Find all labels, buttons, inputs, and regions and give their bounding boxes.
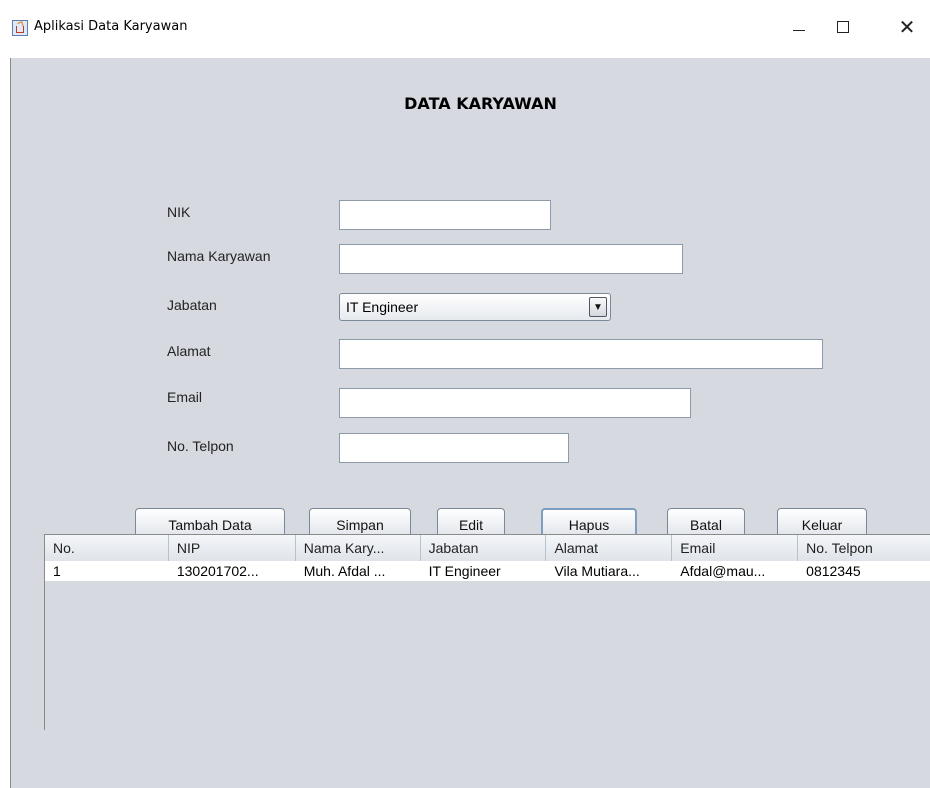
column-header-alamat[interactable]: Alamat <box>546 535 673 561</box>
column-header-nip[interactable]: NIP <box>169 535 296 561</box>
cell-nip[interactable]: 130201702... <box>169 561 296 581</box>
column-header-telpon[interactable]: No. Telpon <box>798 535 930 561</box>
alamat-input[interactable] <box>339 339 823 369</box>
table-row[interactable]: 1 130201702... Muh. Afdal ... IT Enginee… <box>45 561 930 581</box>
close-button[interactable]: ✕ <box>884 12 930 42</box>
cell-telpon[interactable]: 0812345 <box>798 561 930 581</box>
window-title: Aplikasi Data Karyawan <box>34 19 188 34</box>
nama-karyawan-label: Nama Karyawan <box>167 248 271 264</box>
table-header: No. NIP Nama Kary... Jabatan Alamat Emai… <box>45 535 930 562</box>
close-icon: ✕ <box>898 15 916 39</box>
form-heading: DATA KARYAWAN <box>404 94 557 113</box>
nik-input[interactable] <box>339 200 551 230</box>
cell-nama[interactable]: Muh. Afdal ... <box>296 561 421 581</box>
column-header-no[interactable]: No. <box>45 535 169 561</box>
minimize-button[interactable] <box>776 12 822 42</box>
no-telpon-label: No. Telpon <box>167 438 234 454</box>
column-header-jabatan[interactable]: Jabatan <box>421 535 547 561</box>
cell-email[interactable]: Afdal@mau... <box>672 561 798 581</box>
email-label: Email <box>167 389 203 405</box>
maximize-icon <box>837 21 849 33</box>
email-input[interactable] <box>339 388 691 418</box>
nik-label: NIK <box>167 204 191 220</box>
cell-no[interactable]: 1 <box>45 561 169 581</box>
cell-jabatan[interactable]: IT Engineer <box>421 561 547 581</box>
nama-karyawan-input[interactable] <box>339 244 683 274</box>
title-bar: Aplikasi Data Karyawan ✕ <box>0 0 930 58</box>
employee-table[interactable]: No. NIP Nama Kary... Jabatan Alamat Emai… <box>44 534 930 730</box>
column-header-email[interactable]: Email <box>672 535 799 561</box>
chevron-down-icon[interactable]: ▼ <box>589 297 607 317</box>
column-header-nama[interactable]: Nama Kary... <box>296 535 421 561</box>
jabatan-dropdown[interactable]: IT Engineer ▼ <box>339 293 611 321</box>
java-app-icon <box>12 20 28 36</box>
alamat-label: Alamat <box>167 343 211 359</box>
maximize-button[interactable] <box>820 12 866 42</box>
cell-alamat[interactable]: Vila Mutiara... <box>546 561 672 581</box>
no-telpon-input[interactable] <box>339 433 569 463</box>
jabatan-label: Jabatan <box>167 297 217 313</box>
jabatan-selected: IT Engineer <box>346 299 419 315</box>
minimize-icon <box>793 29 805 31</box>
